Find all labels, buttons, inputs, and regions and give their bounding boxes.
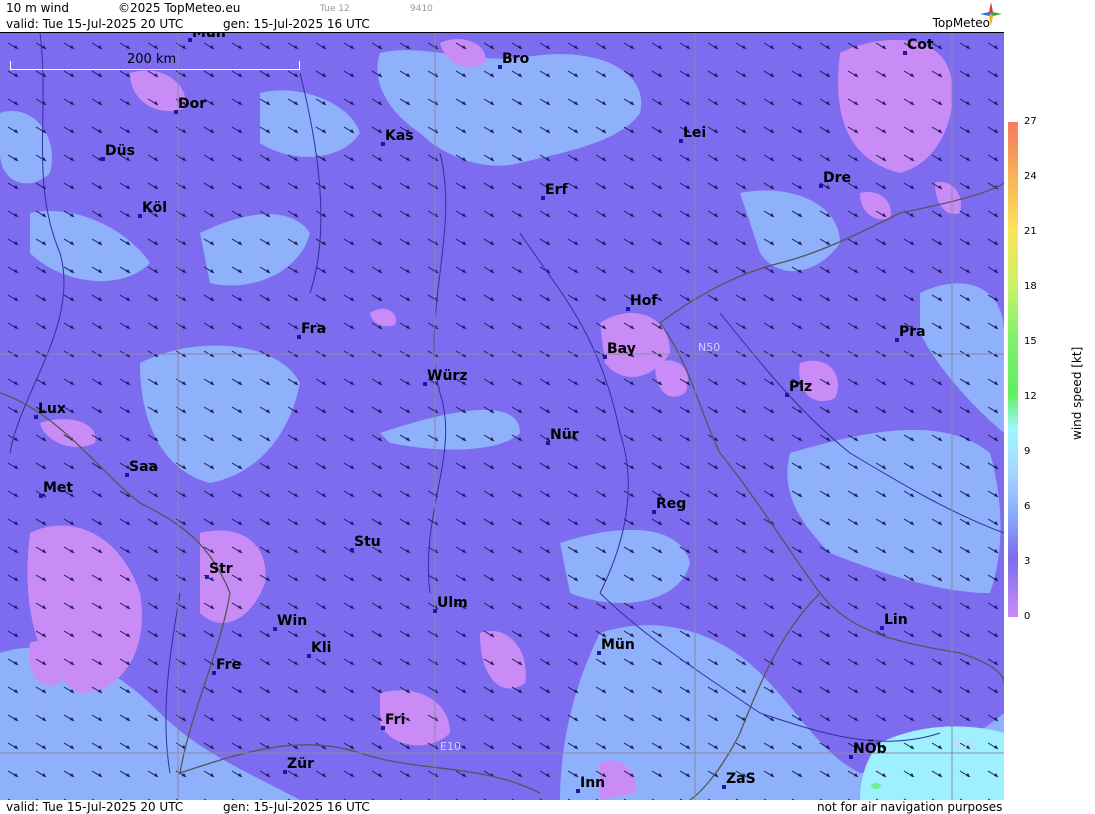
city-label: Bro [502,51,530,67]
city-label: Fre [216,657,242,673]
footer-valid-time: valid: Tue 15-Jul-2025 20 UTC [6,800,184,814]
legend-tick: 18 [1024,281,1037,292]
city-label: Met [43,480,74,496]
city-label: Kas [385,128,414,144]
city-label: Düs [105,143,135,159]
city-label: Dre [823,170,852,186]
legend-tick: 15 [1024,336,1037,347]
legend-tick: 24 [1024,171,1037,182]
valid-time: valid: Tue 15-Jul-2025 20 UTC [6,17,184,31]
wind-field [0,33,1004,800]
city-label: Saa [129,459,158,475]
city-label: Reg [656,496,687,512]
city-label: NÖb [853,741,887,757]
legend-tick: 6 [1024,501,1031,512]
legend-tick: 0 [1024,611,1031,622]
disclaimer-text: not for air navigation purposes [817,800,1003,814]
city-label: Lux [38,401,66,417]
generated-time: gen: 15-Jul-2025 16 UTC [223,17,370,31]
city-label: Lei [683,125,707,141]
map-footer: valid: Tue 15-Jul-2025 20 UTC gen: 15-Ju… [0,800,1004,814]
legend-title: wind speed [kt] [1070,346,1084,440]
grid-label-e15: E15 [955,740,976,753]
city-label: Plz [789,379,813,395]
copyright-text: ©2025 TopMeteo.eu [118,1,241,15]
product-title: 10 m wind [6,1,69,15]
city-label: Erf [545,182,568,198]
city-label: Kli [311,640,332,656]
wind-map[interactable]: N50 E10 E15 200 km Mün Bro Cot Dor Kas L… [0,32,1004,801]
city-label: Nür [550,427,579,443]
city-label: Bay [607,341,636,357]
city-label: Köl [142,200,168,216]
scale-label: 200 km [127,52,177,67]
city-label: Inn [580,775,606,791]
compass-logo-icon [980,2,1002,26]
legend-tick: 21 [1024,226,1037,237]
city-label: Würz [427,368,468,384]
city-label: Mün [601,637,635,653]
legend-tick: 12 [1024,391,1037,402]
run-label: Tue 12 [320,4,350,14]
city-label: Lin [884,612,908,628]
city-label: Dor [178,96,207,112]
code-label: 9410 [410,4,433,14]
legend-tick: 3 [1024,556,1031,567]
city-label: Ulm [437,595,468,611]
footer-generated-time: gen: 15-Jul-2025 16 UTC [223,800,370,814]
city-label: Fri [385,712,406,728]
city-label: Mün [192,32,226,41]
city-label: Cot [907,37,934,53]
wind-speed-legend: 27 24 21 18 15 12 9 6 3 0 wind speed [kt… [1004,0,1095,814]
city-label: Fra [301,321,327,337]
city-label: Zür [287,756,315,772]
city-label: ZaS [726,771,756,787]
grid-label-n50: N50 [698,341,721,354]
city-label: Win [277,613,308,629]
city-label: Str [209,561,233,577]
city-label: Pra [899,324,926,340]
city-label: Stu [354,534,381,550]
grid-label-e10: E10 [440,740,461,753]
legend-tick: 27 [1024,116,1037,127]
map-header: 10 m wind ©2025 TopMeteo.eu Tue 12 9410 … [0,0,1004,32]
city-label: Hof [630,293,658,309]
legend-tick: 9 [1024,446,1031,457]
color-bar [1008,122,1018,617]
